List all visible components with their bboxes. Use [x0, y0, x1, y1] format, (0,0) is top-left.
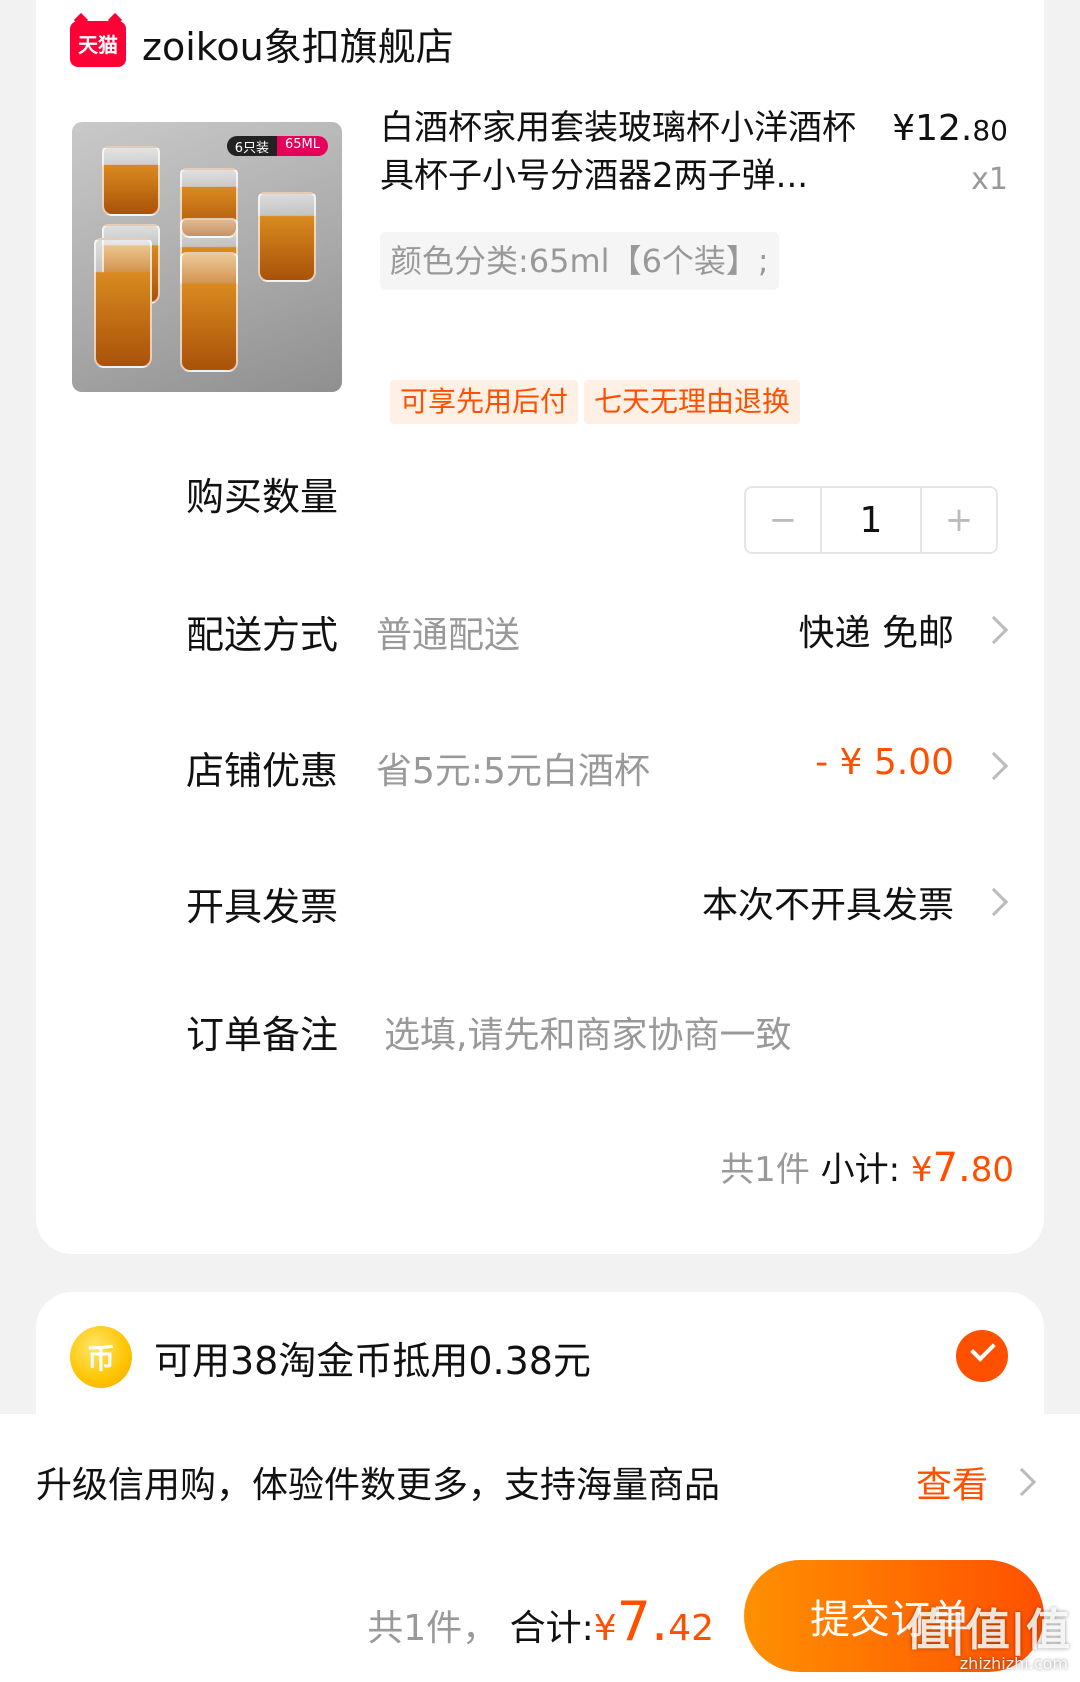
discount-label: 店铺优惠	[186, 749, 339, 793]
delivery-method: 普通配送	[376, 615, 521, 656]
subtotal-currency: ¥	[910, 1150, 933, 1190]
product-image[interactable]: 6只装 65ML	[72, 122, 342, 392]
subtotal-label: 小计:	[820, 1150, 901, 1190]
delivery-chevron-icon[interactable]	[979, 615, 1009, 645]
shop-name[interactable]: zoikou象扣旗舰店	[142, 16, 454, 71]
invoice-value[interactable]: 本次不开具发票	[702, 876, 954, 928]
discount-value[interactable]: - ¥ 5.00	[815, 742, 954, 783]
total-integer: 7.	[616, 1590, 669, 1653]
invoice-chevron-icon[interactable]	[979, 887, 1009, 917]
credit-promo-text: 升级信用购，体验件数更多，支持海量商品	[36, 1465, 721, 1506]
note-label: 订单备注	[186, 1013, 339, 1057]
pack-volume-label: 65ML	[276, 136, 328, 156]
subtotal-amount: ¥7.80	[910, 1145, 1014, 1191]
order-total: 共1件， 合计:¥7.42	[367, 1590, 714, 1653]
subtotal-decimal: 80	[970, 1150, 1014, 1190]
promo-chevron-icon[interactable]	[1007, 1467, 1037, 1497]
tmall-logo-text: 天猫	[78, 33, 118, 57]
total-count: 共1件，	[367, 1608, 499, 1649]
product-price: ¥12.80	[892, 108, 1008, 149]
shop-header[interactable]: 天猫 zoikou象扣旗舰店	[70, 16, 454, 71]
quantity-minus-button[interactable]: −	[746, 488, 820, 552]
glass-shape	[180, 252, 238, 372]
price-decimal: 80	[972, 114, 1008, 147]
watermark-logo: 值|值|值	[905, 1605, 1070, 1656]
total-currency: ¥	[593, 1608, 617, 1649]
discount-chevron-icon[interactable]	[979, 751, 1009, 781]
product-quantity: x1	[971, 162, 1008, 197]
total-decimal: 42	[668, 1608, 714, 1649]
tag-pay-later: 可享先用后付	[390, 380, 579, 424]
delivery-value[interactable]: 快递 免邮	[799, 604, 954, 656]
subtotal-integer: 7.	[932, 1145, 971, 1191]
glass-shape	[102, 146, 160, 216]
subtotal: 共1件 小计: ¥7.80	[720, 1142, 1014, 1191]
product-title[interactable]: 白酒杯家用套装玻璃杯小洋酒杯具杯子小号分酒器2两子弹...	[380, 104, 860, 200]
glass-shape	[258, 192, 316, 282]
coin-deduction-text: 可用38淘金币抵用0.38元	[154, 1339, 591, 1383]
quantity-input[interactable]: 1	[820, 488, 922, 552]
discount-description: 省5元:5元白酒杯	[376, 751, 650, 792]
subtotal-count: 共1件	[720, 1150, 810, 1190]
quantity-plus-button[interactable]: +	[922, 488, 996, 552]
product-spec[interactable]: 颜色分类:65ml【6个装】;	[380, 232, 779, 290]
checkout-bar: 共1件， 合计:¥7.42 提交订单 值|值|值 zhizhizhi.com	[0, 1538, 1080, 1682]
delivery-label: 配送方式	[186, 613, 339, 657]
credit-promo-view-link[interactable]: 查看	[916, 1456, 988, 1508]
credit-promo-bar: 升级信用购，体验件数更多，支持海量商品 查看	[0, 1414, 1080, 1538]
order-note-input[interactable]: 选填,请先和商家协商一致	[384, 1006, 791, 1058]
tag-seven-day-return: 七天无理由退换	[584, 380, 801, 424]
coin-glyph: 币	[86, 1342, 115, 1375]
taobao-coin-icon: 币	[70, 1326, 132, 1388]
watermark-url: zhizhizhi.com	[959, 1654, 1068, 1673]
glass-shape	[94, 238, 152, 368]
tmall-logo-icon: 天猫	[70, 20, 126, 67]
pack-badge: 6只装 65ML	[226, 136, 328, 156]
invoice-label: 开具发票	[186, 885, 339, 929]
shop-order-card: 天猫 zoikou象扣旗舰店 6只装 65ML 白酒杯家用套装玻璃杯小洋酒杯具杯…	[36, 0, 1044, 1254]
pack-count-label: 6只装	[226, 136, 277, 156]
price-integer: 12.	[915, 108, 973, 149]
total-amount: ¥7.42	[593, 1590, 714, 1653]
quantity-label: 购买数量	[186, 475, 339, 519]
quantity-stepper: − 1 +	[744, 486, 998, 554]
coin-checkbox-checked-icon[interactable]	[956, 1330, 1008, 1382]
total-label: 合计:	[509, 1608, 594, 1649]
price-currency: ¥	[892, 108, 916, 149]
